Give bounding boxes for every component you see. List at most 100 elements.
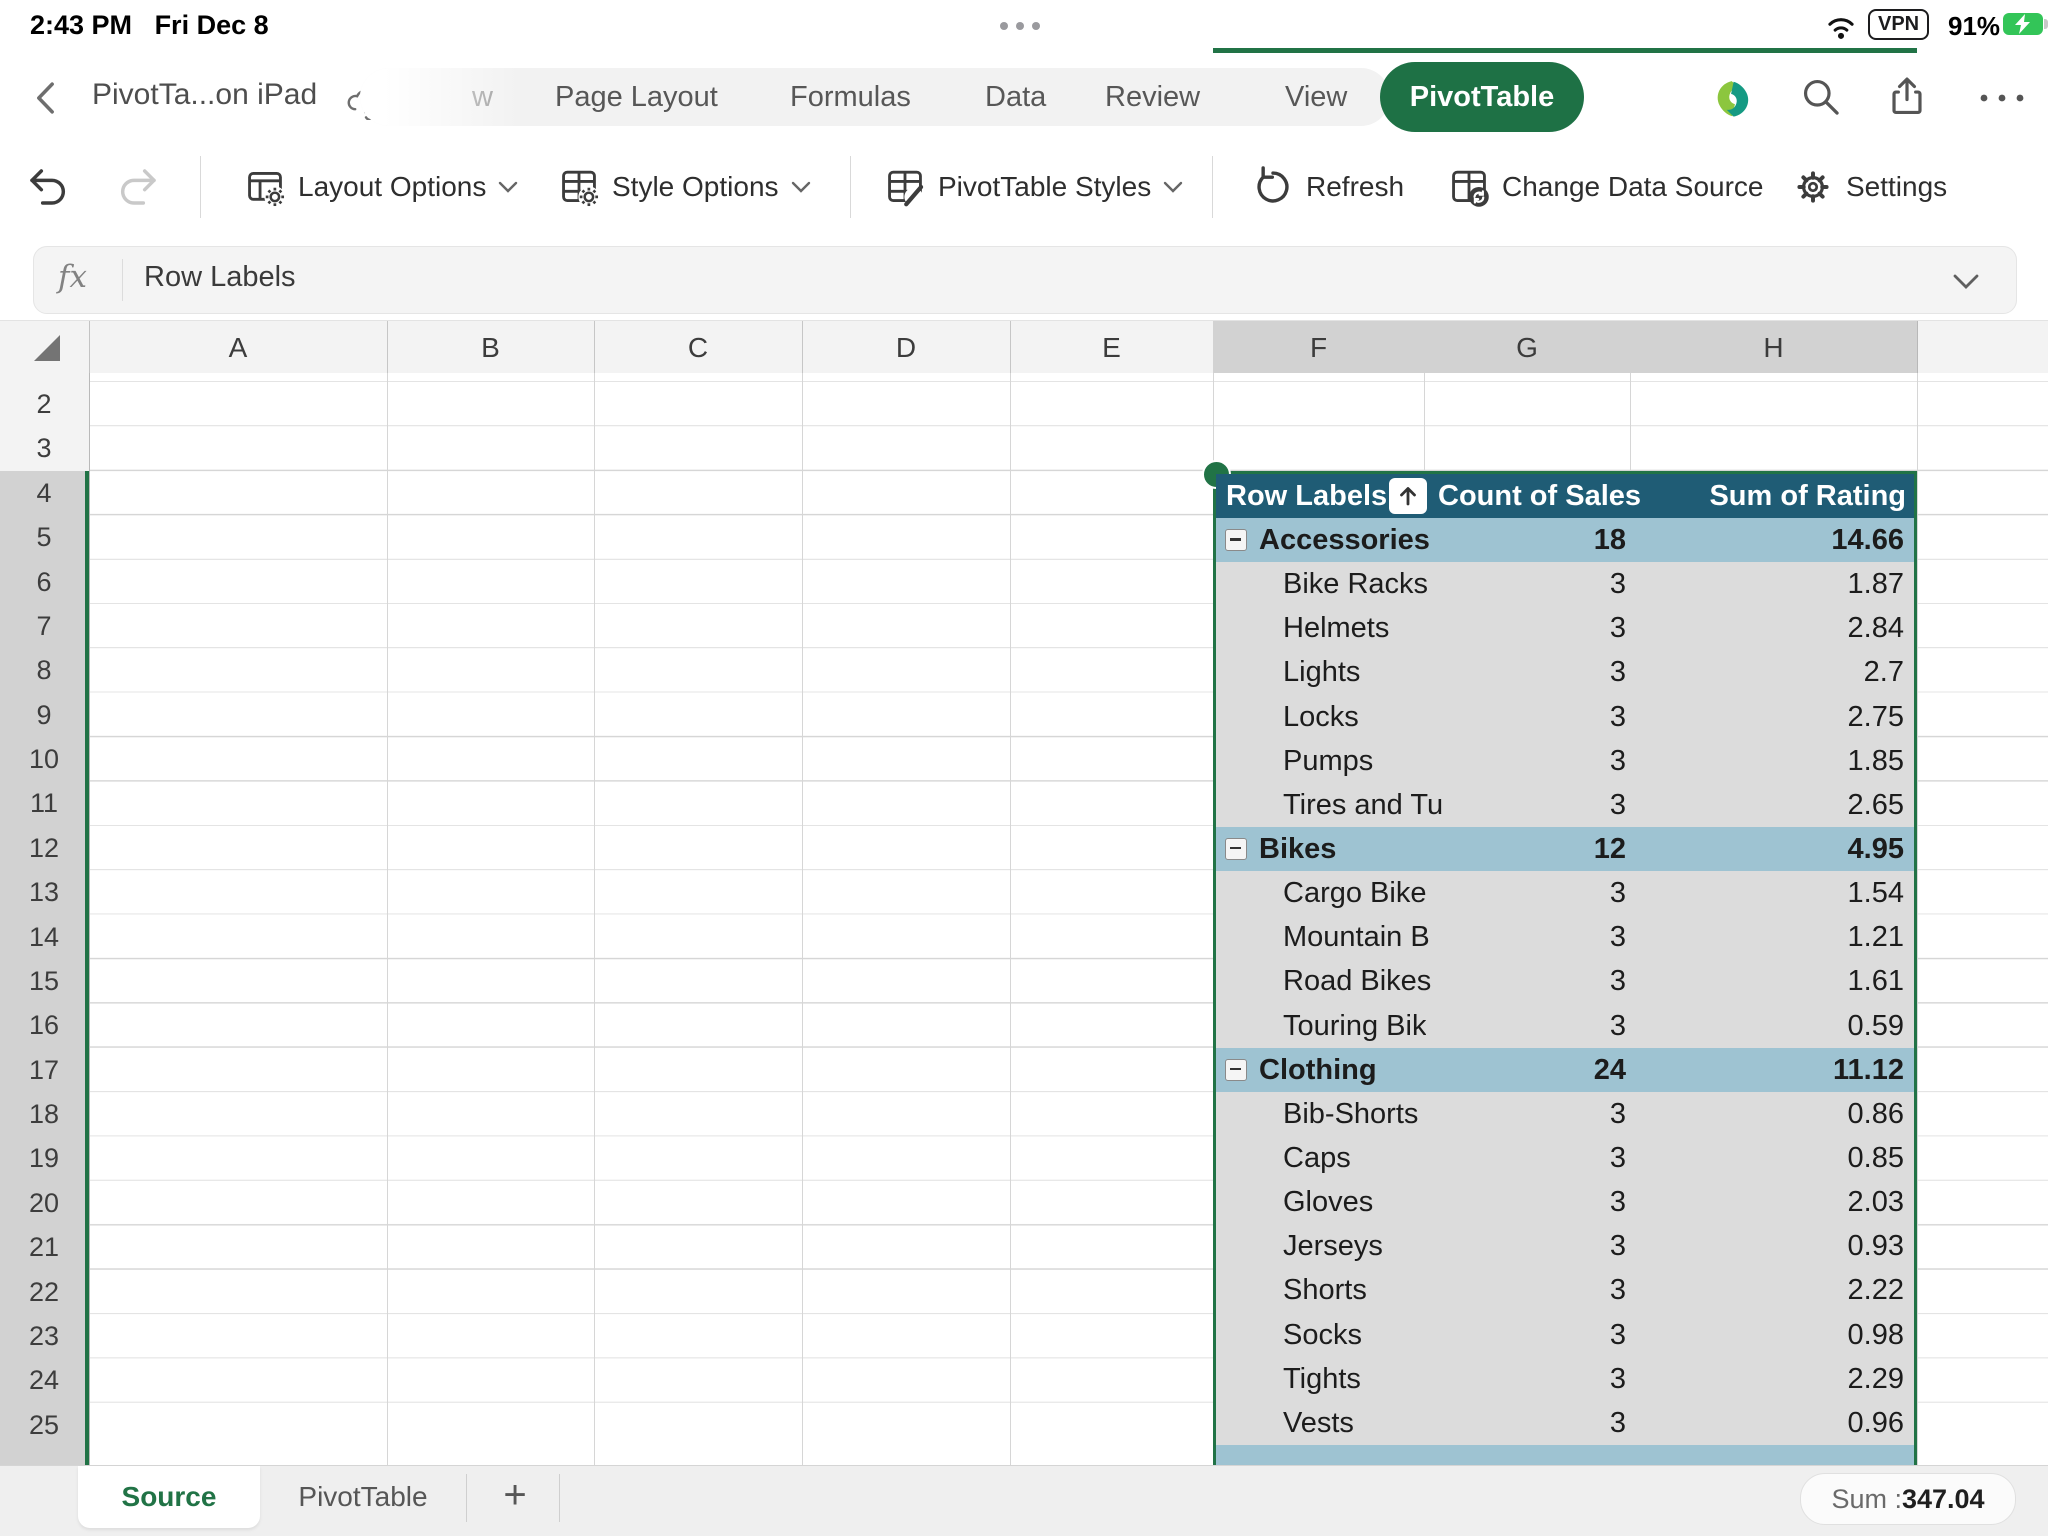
pivot-item-row[interactable]: Lights 3 2.7: [1216, 650, 1914, 694]
col-header-H[interactable]: H: [1630, 321, 1918, 374]
pivot-item-row[interactable]: Bike Racks 3 1.87: [1216, 562, 1914, 606]
pivot-item-row[interactable]: Bib-Shorts 3 0.86: [1216, 1092, 1914, 1136]
row-header-3[interactable]: 3: [0, 426, 88, 471]
pivot-item-row[interactable]: Gloves 3 2.03: [1216, 1180, 1914, 1224]
pivot-row-rating[interactable]: 2.75: [1734, 695, 1904, 739]
pivot-row-count[interactable]: 3: [1466, 695, 1626, 739]
pivot-row-label[interactable]: Vests: [1283, 1401, 1354, 1445]
settings-button[interactable]: Settings: [1792, 144, 1947, 230]
share-icon[interactable]: [1886, 76, 1928, 118]
pivot-header-count-of-sales[interactable]: Count of Sales: [1438, 474, 1641, 518]
pivot-row-rating[interactable]: 14.66: [1734, 518, 1904, 562]
pivot-row-rating[interactable]: 2.7: [1734, 650, 1904, 694]
col-header-B[interactable]: B: [387, 321, 595, 374]
row-header-24[interactable]: 24: [0, 1358, 88, 1403]
row-header-15[interactable]: 15: [0, 959, 88, 1004]
collapse-minus-icon[interactable]: [1225, 838, 1247, 860]
col-header-G[interactable]: G: [1424, 321, 1631, 374]
change-data-source-button[interactable]: Change Data Source: [1448, 144, 1764, 230]
pivot-row-label[interactable]: Touring Bik: [1283, 1004, 1426, 1048]
row-header-20[interactable]: 20: [0, 1181, 88, 1226]
pivot-row-count[interactable]: 3: [1466, 1401, 1626, 1445]
undo-button[interactable]: [26, 144, 70, 230]
pivot-table[interactable]: Row Labels Count of Sales Sum of Rating …: [1213, 471, 1917, 1468]
row-header-18[interactable]: 18: [0, 1092, 88, 1137]
col-header-C[interactable]: C: [594, 321, 803, 374]
col-header-partial[interactable]: [1917, 321, 2048, 374]
pivot-row-rating[interactable]: 1.61: [1734, 959, 1904, 1003]
pivot-row-count[interactable]: 3: [1466, 1224, 1626, 1268]
pivot-row-label[interactable]: Caps: [1283, 1136, 1351, 1180]
pivot-item-row[interactable]: Caps 3 0.85: [1216, 1136, 1914, 1180]
pivottable-styles-button[interactable]: PivotTable Styles: [884, 144, 1183, 230]
pivot-row-rating[interactable]: 1.54: [1734, 871, 1904, 915]
pivot-row-label[interactable]: Tights: [1283, 1357, 1361, 1401]
tab-formulas[interactable]: Formulas: [790, 68, 911, 126]
pivot-row-label[interactable]: Tires and Tu: [1283, 783, 1443, 827]
pivot-item-row[interactable]: Tights 3 2.29: [1216, 1357, 1914, 1401]
pivot-row-count[interactable]: 3: [1466, 1136, 1626, 1180]
pivot-row-count[interactable]: 3: [1466, 650, 1626, 694]
search-icon[interactable]: [1800, 76, 1842, 118]
row-header-21[interactable]: 21: [0, 1225, 88, 1270]
pivot-row-label[interactable]: Locks: [1283, 695, 1359, 739]
pivot-item-row[interactable]: Touring Bik 3 0.59: [1216, 1004, 1914, 1048]
pivot-row-count[interactable]: 18: [1466, 518, 1626, 562]
pivot-row-rating[interactable]: 0.96: [1734, 1401, 1904, 1445]
pivot-row-count[interactable]: 3: [1466, 783, 1626, 827]
refresh-button[interactable]: Refresh: [1252, 144, 1404, 230]
pivot-row-label[interactable]: Bikes: [1259, 827, 1336, 871]
pivot-row-label[interactable]: Bib-Shorts: [1283, 1092, 1418, 1136]
pivot-row-label[interactable]: Helmets: [1283, 606, 1389, 650]
pivot-row-rating[interactable]: 2.84: [1734, 606, 1904, 650]
pivot-row-rating[interactable]: 0.93: [1734, 1224, 1904, 1268]
formula-bar-expand-chevron[interactable]: [1952, 273, 1980, 291]
col-header-D[interactable]: D: [802, 321, 1011, 374]
pivot-header-row[interactable]: Row Labels Count of Sales Sum of Rating: [1216, 474, 1914, 518]
row-header-19[interactable]: 19: [0, 1136, 88, 1181]
pivot-item-row[interactable]: Locks 3 2.75: [1216, 695, 1914, 739]
row-header-25[interactable]: 25: [0, 1403, 88, 1448]
pivot-row-count[interactable]: 12: [1466, 827, 1626, 871]
row-header-4[interactable]: 4: [0, 471, 88, 516]
pivot-row-label[interactable]: Pumps: [1283, 739, 1373, 783]
pivot-row-rating[interactable]: 2.29: [1734, 1357, 1904, 1401]
layout-options-button[interactable]: Layout Options: [244, 144, 518, 230]
formula-bar[interactable]: fx Row Labels: [33, 246, 2017, 314]
pivot-row-count[interactable]: 3: [1466, 915, 1626, 959]
tab-pivottable-active[interactable]: PivotTable: [1380, 62, 1584, 132]
pivot-item-row[interactable]: Jerseys 3 0.93: [1216, 1224, 1914, 1268]
pivot-row-rating[interactable]: 2.03: [1734, 1180, 1904, 1224]
pivot-row-rating[interactable]: 1.85: [1734, 739, 1904, 783]
row-header-11[interactable]: 11: [0, 781, 88, 826]
row-header-5[interactable]: 5: [0, 515, 88, 560]
collapse-minus-icon[interactable]: [1225, 529, 1247, 551]
row-header-17[interactable]: 17: [0, 1048, 88, 1093]
pivot-item-row[interactable]: Road Bikes 3 1.61: [1216, 959, 1914, 1003]
pivot-item-row[interactable]: Pumps 3 1.85: [1216, 739, 1914, 783]
pivot-row-count[interactable]: 3: [1466, 1092, 1626, 1136]
pivot-row-label[interactable]: Bike Racks: [1283, 562, 1428, 606]
add-sheet-button[interactable]: +: [487, 1466, 543, 1528]
tab-view[interactable]: View: [1285, 68, 1347, 126]
pivot-header-sum-of-rating[interactable]: Sum of Rating: [1709, 474, 1906, 518]
redo-button[interactable]: [116, 144, 160, 230]
row-header-14[interactable]: 14: [0, 915, 88, 960]
row-header-10[interactable]: 10: [0, 737, 88, 782]
row-header-22[interactable]: 22: [0, 1270, 88, 1315]
pivot-row-label[interactable]: Clothing: [1259, 1048, 1377, 1092]
row-header-12[interactable]: 12: [0, 826, 88, 871]
row-header-6[interactable]: 6: [0, 560, 88, 605]
pivot-item-row[interactable]: Tires and Tu 3 2.65: [1216, 783, 1914, 827]
pivot-item-row[interactable]: Socks 3 0.98: [1216, 1313, 1914, 1357]
tab-data[interactable]: Data: [985, 68, 1046, 126]
pivot-row-rating[interactable]: 1.87: [1734, 562, 1904, 606]
pivot-item-row[interactable]: Vests 3 0.96: [1216, 1401, 1914, 1445]
sheet-tab-source[interactable]: Source: [78, 1466, 260, 1528]
pivot-row-count[interactable]: 3: [1466, 739, 1626, 783]
pivot-row-count[interactable]: 3: [1466, 1004, 1626, 1048]
style-options-button[interactable]: Style Options: [558, 144, 811, 230]
pivot-row-label[interactable]: Road Bikes: [1283, 959, 1431, 1003]
pivot-row-count[interactable]: 3: [1466, 1180, 1626, 1224]
row-header-23[interactable]: 23: [0, 1314, 88, 1359]
